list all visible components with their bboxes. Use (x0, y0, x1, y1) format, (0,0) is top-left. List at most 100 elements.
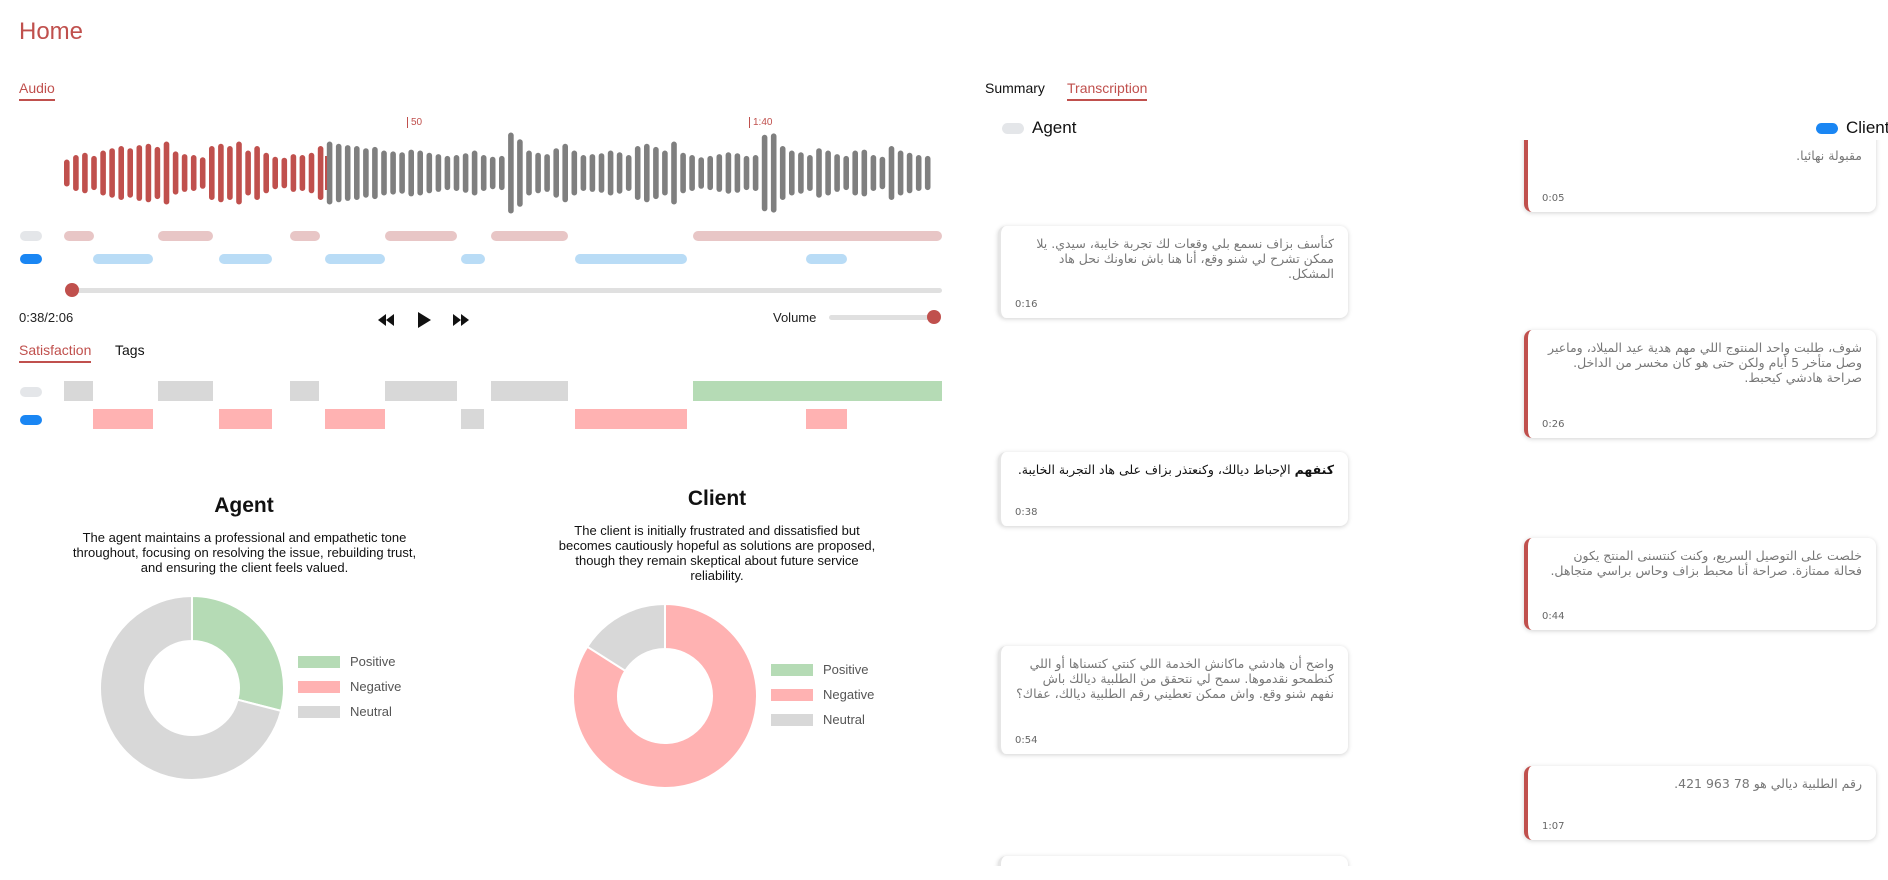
waveform-bar (209, 146, 215, 200)
waveform-bar (689, 155, 695, 191)
playhead-cursor[interactable] (325, 156, 327, 190)
agent-filter-label: Agent (1032, 118, 1077, 137)
waveform-bar (761, 134, 768, 212)
message-text: كنأسف بزاف نسمع بلي وقعات لك تجربة خايبة… (1036, 236, 1334, 281)
legend-label: Neutral (350, 704, 392, 719)
message-rest: الإحباط ديالك، وكنعتذر بزاف على هاد التج… (1017, 462, 1295, 477)
agent-satisfaction-dot (20, 387, 42, 397)
waveform-bar (517, 139, 523, 207)
agent-speech-segment[interactable] (693, 231, 942, 241)
positive-swatch (298, 655, 340, 668)
audio-waveform[interactable] (64, 128, 934, 218)
transcript-message[interactable]: كنفهم الإحباط ديالك، وكنعتذر بزاف على ها… (998, 452, 1348, 526)
agent-speech-segment[interactable] (64, 231, 94, 241)
waveform-bar (752, 155, 759, 191)
tab-transcription[interactable]: Transcription (1067, 80, 1148, 101)
legend-label: Neutral (823, 712, 865, 727)
tab-audio[interactable]: Audio (19, 80, 55, 101)
waveform-bar (199, 157, 206, 189)
time-readout: 0:38/2:06 (19, 310, 74, 325)
agent-speech-segment[interactable] (491, 231, 568, 241)
waveform-bar (145, 143, 152, 203)
waveform-bar (218, 143, 224, 203)
waveform-marker: 1:40 (749, 117, 772, 128)
client-toggle-switch[interactable] (1816, 122, 1838, 134)
agent-satisfaction-block[interactable] (491, 381, 568, 401)
client-satisfaction-block[interactable] (806, 409, 847, 429)
transcript-message[interactable]: مقبولة نهائيا. 0:05 (1524, 140, 1876, 212)
transcript-message[interactable]: كنأسف بزاف نسمع بلي وقعات لك تجربة خايبة… (998, 226, 1348, 318)
agent-legend-neutral: Neutral (298, 704, 392, 719)
waveform-bar (471, 150, 478, 196)
client-satisfaction-block[interactable] (325, 409, 385, 429)
agent-speech-segment[interactable] (290, 231, 320, 241)
waveform-bar (798, 152, 804, 194)
playback-progress-thumb[interactable] (65, 283, 79, 297)
client-speech-segment[interactable] (219, 254, 272, 264)
waveform-bar (553, 148, 559, 198)
client-filter-toggle[interactable]: Client (1816, 118, 1888, 138)
legend-label: Negative (350, 679, 402, 694)
waveform-bar (118, 146, 124, 200)
agent-toggle-switch[interactable] (1002, 122, 1024, 134)
page-title: Home (19, 18, 84, 45)
waveform-bar (236, 141, 242, 205)
waveform-bar (308, 152, 315, 194)
message-text: رقم الطلبية ديالي هو 78 963 421. (1674, 776, 1862, 791)
agent-speech-segment[interactable] (158, 231, 213, 241)
agent-satisfaction-block[interactable] (158, 381, 213, 401)
client-satisfaction-block[interactable] (219, 409, 272, 429)
waveform-bar (680, 152, 686, 194)
waveform-bar (897, 150, 904, 196)
play-icon[interactable] (415, 311, 433, 334)
client-satisfaction-block[interactable] (575, 409, 687, 429)
agent-satisfaction-block[interactable] (64, 381, 93, 401)
message-text: مقبولة نهائيا. (1796, 148, 1862, 163)
agent-filter-toggle[interactable]: Agent (1002, 118, 1076, 138)
waveform-bar (598, 153, 605, 193)
agent-legend-positive: Positive (298, 654, 396, 669)
waveform-bar (662, 150, 668, 196)
waveform-bar (888, 146, 895, 200)
fast-forward-icon[interactable] (451, 312, 471, 333)
waveform-bar (870, 155, 877, 191)
waveform-bar (671, 141, 677, 205)
transcript-message[interactable]: شوف، طلبت واحد المنتوج اللي مهم هدية عيد… (1524, 330, 1876, 438)
positive-swatch (771, 663, 813, 676)
tab-summary[interactable]: Summary (985, 80, 1045, 99)
waveform-bar (607, 150, 614, 196)
transcript-message[interactable] (998, 856, 1348, 866)
agent-satisfaction-block[interactable] (693, 381, 942, 401)
volume-slider[interactable] (829, 315, 939, 320)
agent-satisfaction-block[interactable] (385, 381, 457, 401)
agent-speech-segment[interactable] (385, 231, 457, 241)
waveform-bar (91, 155, 97, 191)
transcript-message[interactable]: خلصت على التوصيل السريع، وكنت كنتسنى الم… (1524, 538, 1876, 630)
transcript-message[interactable]: رقم الطلبية ديالي هو 78 963 421. 1:07 (1524, 766, 1876, 840)
client-speech-segment[interactable] (575, 254, 687, 264)
transcript-list[interactable]: مقبولة نهائيا. 0:05 كنأسف بزاف نسمع بلي … (990, 140, 1888, 866)
waveform-bar (698, 157, 704, 189)
message-time: 0:05 (1542, 193, 1565, 204)
waveform-bar (634, 146, 641, 200)
transcript-message[interactable]: واضح أن هادشي ماكانش الخدمة اللي كنتي كت… (998, 646, 1348, 754)
agent-satisfaction-block[interactable] (290, 381, 319, 401)
tab-tags[interactable]: Tags (115, 342, 145, 361)
playback-progress-bar[interactable] (71, 288, 942, 293)
legend-label: Positive (823, 662, 869, 677)
client-speaker-track (0, 254, 944, 264)
waveform-bar (354, 146, 360, 200)
client-speech-segment[interactable] (461, 254, 485, 264)
waveform-bar (82, 152, 88, 194)
client-sentiment-donut (572, 602, 758, 789)
client-speech-segment[interactable] (806, 254, 847, 264)
rewind-icon[interactable] (376, 312, 396, 333)
waveform-bar (344, 145, 351, 201)
client-speech-segment[interactable] (93, 254, 153, 264)
waveform-marker: 50 (407, 117, 422, 128)
tab-satisfaction[interactable]: Satisfaction (19, 342, 92, 363)
client-speech-segment[interactable] (325, 254, 385, 264)
volume-slider-thumb[interactable] (927, 310, 941, 324)
client-satisfaction-block[interactable] (93, 409, 153, 429)
client-satisfaction-block[interactable] (461, 409, 484, 429)
